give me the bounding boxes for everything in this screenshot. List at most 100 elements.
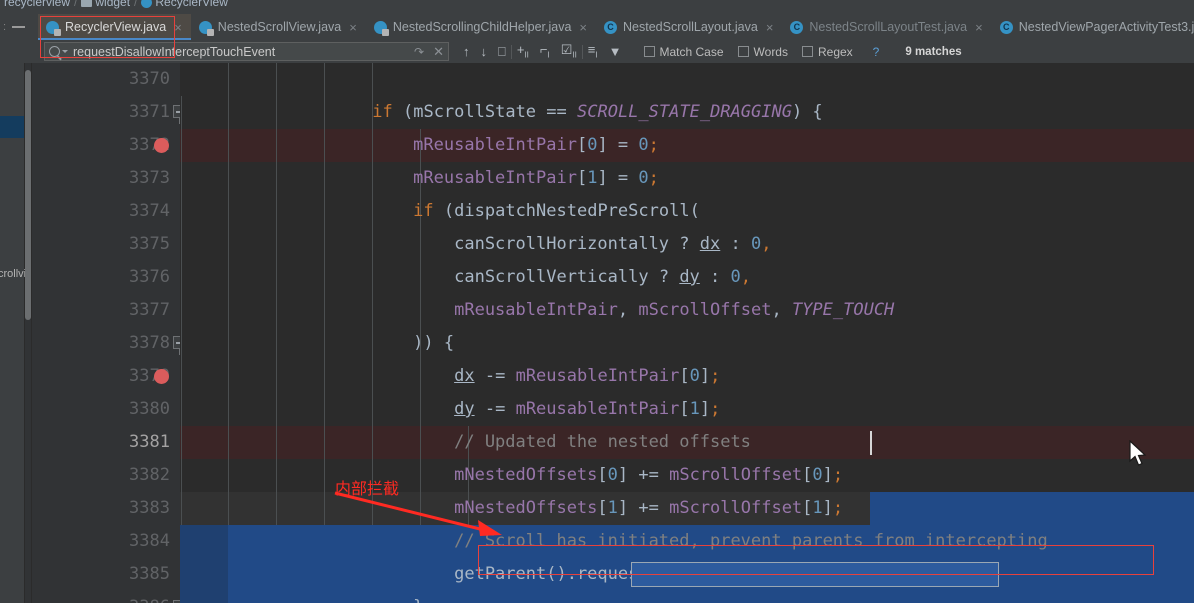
folder-icon — [81, 0, 93, 7]
tab-label: NestedScrollLayoutTest.java — [809, 20, 968, 34]
code-line: mReusableIntPair[0] = 0; — [413, 135, 659, 155]
checkbox[interactable] — [737, 46, 749, 57]
code-line: canScrollHorizontally ? dx : 0, — [454, 234, 772, 254]
code-line: dy -= mReusableIntPair[1]; — [454, 399, 721, 419]
breadcrumb-item-0[interactable]: recyclerview — [4, 0, 70, 9]
add-selection-icon[interactable]: +II — [517, 43, 529, 60]
line-number-current: 3381 — [129, 432, 170, 452]
code-line: mNestedOffsets[1] += mScrollOffset[1]; — [454, 498, 844, 518]
select-all-carets-icon[interactable]: ☑II — [561, 43, 577, 60]
close-icon[interactable]: × — [766, 21, 774, 34]
words-option[interactable]: Words — [737, 44, 788, 59]
tab-nestedviewpageractivitytest3[interactable]: NestedViewPagerActivityTest3.java × — [992, 14, 1194, 40]
tab-nestedscrollingchildhelper[interactable]: NestedScrollingChildHelper.java × — [366, 14, 596, 40]
line-number: 3386 — [129, 591, 170, 603]
regex-option[interactable]: Regex — [801, 44, 853, 59]
match-case-option[interactable]: Match Case — [643, 44, 724, 59]
breadcrumb-separator-2: / — [134, 0, 138, 9]
left-panel-selected-row[interactable] — [0, 116, 24, 138]
find-options-group: Match Case Words Regex ? 9 matches — [643, 44, 962, 59]
code-line: } — [188, 591, 423, 603]
find-next-icon[interactable]: ↓ — [481, 45, 488, 58]
regex-label: Regex — [817, 44, 853, 59]
toolbar-divider — [510, 44, 512, 59]
tab-bar-left-controls: : — [0, 14, 26, 40]
tab-list: RecyclerView.java × NestedScrollView.jav… — [38, 14, 1194, 40]
remove-selection-icon[interactable]: ⌐I — [540, 43, 550, 60]
code-line: dx -= mReusableIntPair[0]; — [454, 366, 721, 386]
code-line: )) { — [413, 333, 455, 353]
line-number: 3370 — [129, 69, 170, 89]
match-case-label: Match Case — [659, 44, 724, 59]
line-number: 3377 — [129, 300, 170, 320]
breadcrumb-item-1-chip[interactable]: widget — [81, 0, 130, 9]
line-number: 3374 — [129, 201, 170, 221]
toolbar-divider-2 — [581, 44, 583, 59]
java-class-icon — [46, 20, 61, 36]
tab-recyclerview[interactable]: RecyclerView.java × — [38, 14, 191, 40]
class-icon — [141, 0, 153, 8]
search-input-value: requestDisallowInterceptTouchEvent — [73, 44, 276, 59]
find-caret-group: +II ⌐I ☑II — [517, 43, 577, 60]
filter-icon[interactable]: ▼ — [609, 45, 622, 58]
close-icon[interactable]: × — [579, 21, 587, 34]
breadcrumb-item-1: widget — [95, 0, 131, 9]
code-line: if (mScrollState == SCROLL_STATE_DRAGGIN… — [372, 102, 823, 122]
line-number: 3376 — [129, 267, 170, 287]
editor-tab-bar: : RecyclerView.java × NestedScrollView.j… — [0, 14, 1194, 40]
breadcrumb-item-2-chip[interactable]: RecyclerView — [141, 0, 228, 9]
tab-nestedscrolllayout[interactable]: NestedScrollLayout.java × — [596, 14, 782, 40]
clear-icon[interactable]: ✕ — [433, 44, 444, 60]
find-nav-group: ↑ ↓ ⎕ — [463, 45, 506, 58]
filter-lines-icon[interactable]: ≡I — [588, 43, 598, 60]
java-class-icon — [373, 20, 389, 36]
search-input[interactable]: requestDisallowInterceptTouchEvent ↷ ✕ — [44, 42, 449, 61]
class-icon — [999, 20, 1013, 34]
code-line: mNestedOffsets[0] += mScrollOffset[0]; — [454, 465, 844, 485]
code-line: mReusableIntPair[1] = 0; — [413, 168, 659, 188]
multiline-toggle-icon[interactable]: ↷ — [414, 45, 424, 59]
line-number: 3375 — [129, 234, 170, 254]
close-icon[interactable]: × — [174, 21, 182, 34]
annotation-chinese-note: 内部拦截 — [335, 479, 400, 498]
checkbox[interactable] — [801, 46, 813, 57]
find-previous-icon[interactable]: ↑ — [463, 45, 470, 58]
help-icon[interactable]: ? — [873, 45, 880, 59]
breakpoint-icon[interactable] — [154, 138, 169, 153]
class-icon — [604, 20, 618, 34]
tab-label: NestedScrollingChildHelper.java — [392, 20, 572, 34]
editor-gutter[interactable]: 3370 3371 3372 3373 3374 3375 3376 3377 … — [32, 63, 186, 603]
class-icon — [790, 20, 804, 34]
select-all-occurrences-icon[interactable]: ⎕ — [498, 45, 506, 58]
close-icon[interactable]: × — [975, 21, 983, 34]
search-icon — [49, 46, 60, 57]
tab-label: NestedScrollView.java — [217, 20, 342, 34]
words-label: Words — [753, 44, 788, 59]
line-number: 3380 — [129, 399, 170, 419]
line-number: 3371 — [129, 102, 170, 122]
tab-label: NestedViewPagerActivityTest3.java — [1018, 20, 1194, 34]
collapse-icon[interactable] — [12, 26, 26, 28]
line-number: 3373 — [129, 168, 170, 188]
tab-nestedscrollview[interactable]: NestedScrollView.java × — [191, 14, 366, 40]
java-class-icon — [198, 20, 214, 36]
code-line: mReusableIntPair, mScrollOffset, TYPE_TO… — [454, 300, 895, 320]
left-panel-scrollbar-thumb[interactable] — [25, 70, 31, 320]
text-caret — [870, 431, 872, 455]
breadcrumb-separator: / — [74, 0, 78, 9]
left-tool-panel: crollvi — [0, 63, 26, 603]
code-text-area[interactable]: if (mScrollState == SCROLL_STATE_DRAGGIN… — [180, 63, 1194, 603]
code-line: if (dispatchNestedPreScroll( — [413, 201, 700, 221]
code-editor[interactable]: 3370 3371 3372 3373 3374 3375 3376 3377 … — [32, 63, 1194, 603]
breakpoint-icon[interactable] — [154, 369, 169, 384]
breadcrumb: recyclerview / widget / RecyclerView — [0, 0, 1194, 14]
tab-label: NestedScrollLayout.java — [623, 20, 758, 34]
line-number: 3385 — [129, 564, 170, 584]
close-icon[interactable]: × — [349, 21, 357, 34]
editor-window: recyclerview / widget / RecyclerView : R… — [0, 0, 1194, 603]
tab-nestedscrolllayouttest[interactable]: NestedScrollLayoutTest.java × — [782, 14, 991, 40]
chevron-down-icon[interactable] — [62, 50, 68, 53]
code-line: canScrollVertically ? dy : 0, — [454, 267, 752, 287]
line-number: 3378 — [129, 333, 170, 353]
checkbox[interactable] — [643, 46, 655, 57]
